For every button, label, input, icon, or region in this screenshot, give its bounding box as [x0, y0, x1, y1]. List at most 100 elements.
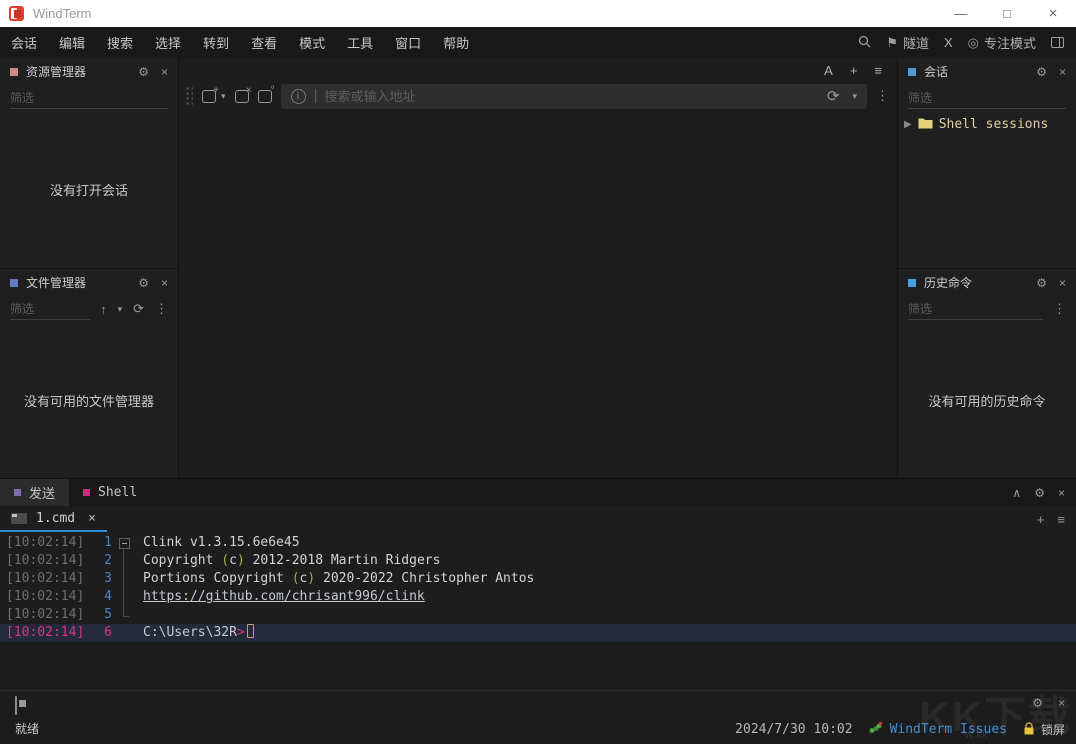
fold-marker [116, 588, 134, 606]
menu-item-5[interactable]: 转到 [192, 27, 240, 58]
address-input[interactable] [324, 88, 818, 104]
sessions-panel-header: 会话 ⚙ × [898, 58, 1076, 85]
terminal-link[interactable]: https://github.com/chrisant996/clink [143, 589, 425, 604]
gear-icon[interactable]: ⚙ [1034, 486, 1045, 500]
explorer-filter-input[interactable] [10, 87, 168, 109]
drag-grip[interactable] [184, 85, 193, 107]
hamburger-icon[interactable]: ≡ [874, 63, 882, 78]
explorer-panel: 资源管理器 ⚙ × 没有打开会话 [0, 58, 178, 268]
chevron-down-icon[interactable]: ▾ [221, 91, 226, 102]
tunnel-button[interactable]: ⚑ 隧道 [886, 33, 929, 52]
refresh-icon[interactable]: ⟳ [827, 87, 840, 105]
folder-icon [918, 117, 933, 132]
maximize-button[interactable]: □ [984, 0, 1030, 27]
line-number: 1 [104, 535, 112, 550]
menu-item-4[interactable]: 选择 [144, 27, 192, 58]
session-workspace[interactable] [179, 110, 897, 478]
tree-item-shell-sessions[interactable]: ▶ Shell sessions [904, 117, 1048, 132]
status-right: 2024/7/30 10:02 WindTerm Issues 锁屏 [735, 721, 1065, 738]
new-tab-icon[interactable] [202, 85, 219, 103]
gear-icon[interactable]: ⚙ [138, 65, 149, 79]
panel-color-square [10, 278, 18, 287]
text-segment: ( [291, 571, 300, 586]
left-sidebar: 资源管理器 ⚙ × 没有打开会话 文件管理器 ⚙ × [0, 58, 178, 478]
address-search-field[interactable]: i ⟳ ▾ [280, 83, 867, 109]
tab-label: 发送 [29, 487, 56, 502]
menu-item-2[interactable]: 编辑 [48, 27, 96, 58]
more-dots-icon[interactable]: ⋮ [876, 88, 889, 104]
fold-marker [116, 552, 134, 570]
focus-mode-button[interactable]: ◎ 专注模式 [968, 33, 1036, 52]
chevron-down-icon[interactable]: ▾ [118, 304, 123, 315]
line-text [134, 606, 143, 624]
menu-item-9[interactable]: 窗口 [384, 27, 432, 58]
bottom-tab-1[interactable]: 发送 [0, 479, 70, 506]
close-icon[interactable]: × [1059, 276, 1066, 290]
gear-icon[interactable]: ⚙ [1032, 696, 1043, 710]
windterm-issues-link[interactable]: WindTerm Issues [869, 721, 1007, 738]
hamburger-icon[interactable]: ≡ [1057, 512, 1065, 527]
layout-icon[interactable] [1051, 37, 1064, 48]
menu-bar: 会话 编辑 搜索 选择 转到 查看 模式 工具 窗口 帮助 ⚑ 隧道 X ◎ 专注模式 [0, 27, 1076, 58]
status-ready: 就绪 [15, 722, 40, 736]
close-icon[interactable]: × [161, 65, 168, 79]
refresh-icon[interactable]: ⟳ [133, 301, 144, 317]
file-manager-filter-input[interactable] [10, 298, 91, 320]
app-window: WindTerm — □ × 会话 编辑 搜索 选择 转到 查看 模式 工具 窗口 帮助 ⚑ 隧道… [0, 0, 1076, 744]
fold-marker [116, 624, 134, 642]
terminal[interactable]: [10:02:14] 1 Clink v1.3.15.6e6e45 [10:02:14… [0, 532, 1076, 690]
gear-icon[interactable]: ⚙ [138, 276, 149, 290]
status-datetime: 2024/7/30 10:02 [735, 722, 853, 737]
menu-item-6[interactable]: 查看 [240, 27, 288, 58]
menu-item-10[interactable]: 帮助 [432, 27, 480, 58]
more-dots-icon[interactable]: ⋮ [1053, 301, 1066, 317]
line-timestamp: [10:02:14] [6, 553, 85, 568]
info-icon[interactable]: i [290, 88, 306, 104]
gear-icon[interactable]: ⚙ [1036, 65, 1047, 79]
close-icon[interactable]: × [161, 276, 168, 290]
close-icon[interactable]: × [1059, 65, 1066, 79]
font-icon[interactable]: A [824, 63, 833, 78]
terminal-tab-1cmd[interactable]: 1.cmd × [0, 506, 107, 532]
minimize-button[interactable]: — [938, 0, 984, 27]
flag-icon: ⚑ [886, 34, 898, 50]
chevron-down-icon[interactable]: ▾ [852, 91, 857, 102]
line-timestamp: [10:02:14] [6, 625, 85, 640]
file-manager-filter-row: ↑ ▾ ⟳ ⋮ [0, 296, 178, 322]
menu-item-8[interactable]: 工具 [336, 27, 384, 58]
bottom-tab-2[interactable]: Shell [69, 479, 151, 506]
menu-item-1[interactable]: 会话 [0, 27, 48, 58]
file-manager-panel-title: 文件管理器 [26, 276, 87, 290]
history-filter-input[interactable] [908, 298, 1043, 320]
close-icon[interactable]: × [1058, 696, 1065, 710]
search-icon[interactable] [858, 35, 871, 51]
file-manager-panel: 文件管理器 ⚙ × ↑ ▾ ⟳ ⋮ 没有可用的文件管理器 [0, 268, 178, 478]
status-app-icon-area[interactable] [15, 696, 17, 715]
fold-marker[interactable] [116, 534, 134, 552]
add-icon[interactable]: + [1037, 512, 1045, 527]
text-segment: Clink v1.3.15.6e6e45 [143, 535, 300, 550]
detach-tab-icon[interactable] [257, 85, 275, 103]
chevron-right-icon[interactable]: ▶ [904, 119, 912, 130]
close-icon[interactable]: × [1058, 486, 1065, 500]
more-dots-icon[interactable]: ⋮ [155, 301, 168, 317]
close-tab-icon[interactable] [234, 85, 252, 103]
add-icon[interactable]: + [850, 63, 858, 78]
sessions-filter-input[interactable] [908, 87, 1066, 109]
bottom-tabs: 发送 Shell [0, 479, 151, 506]
panel-color-square [10, 67, 18, 76]
xterm-button[interactable]: X [944, 35, 953, 50]
line-timestamp: [10:02:14] [6, 607, 85, 622]
lock-screen-button[interactable]: 锁屏 [1023, 721, 1065, 738]
menu-item-3[interactable]: 搜索 [96, 27, 144, 58]
menu-item-7[interactable]: 模式 [288, 27, 336, 58]
line-text: Portions Copyright (c) 2020-2022 Christo… [134, 570, 534, 588]
terminal-line: [10:02:14] 3 Portions Copyright (c) 2020-2… [0, 570, 1076, 588]
gear-icon[interactable]: ⚙ [1036, 276, 1047, 290]
close-button[interactable]: × [1030, 0, 1076, 27]
collapse-icon[interactable]: ∧ [1012, 486, 1021, 500]
line-timestamp: [10:02:14] [6, 535, 85, 550]
tab-color-square [83, 489, 91, 496]
close-icon[interactable]: × [88, 511, 96, 526]
up-arrow-icon[interactable]: ↑ [100, 302, 107, 317]
